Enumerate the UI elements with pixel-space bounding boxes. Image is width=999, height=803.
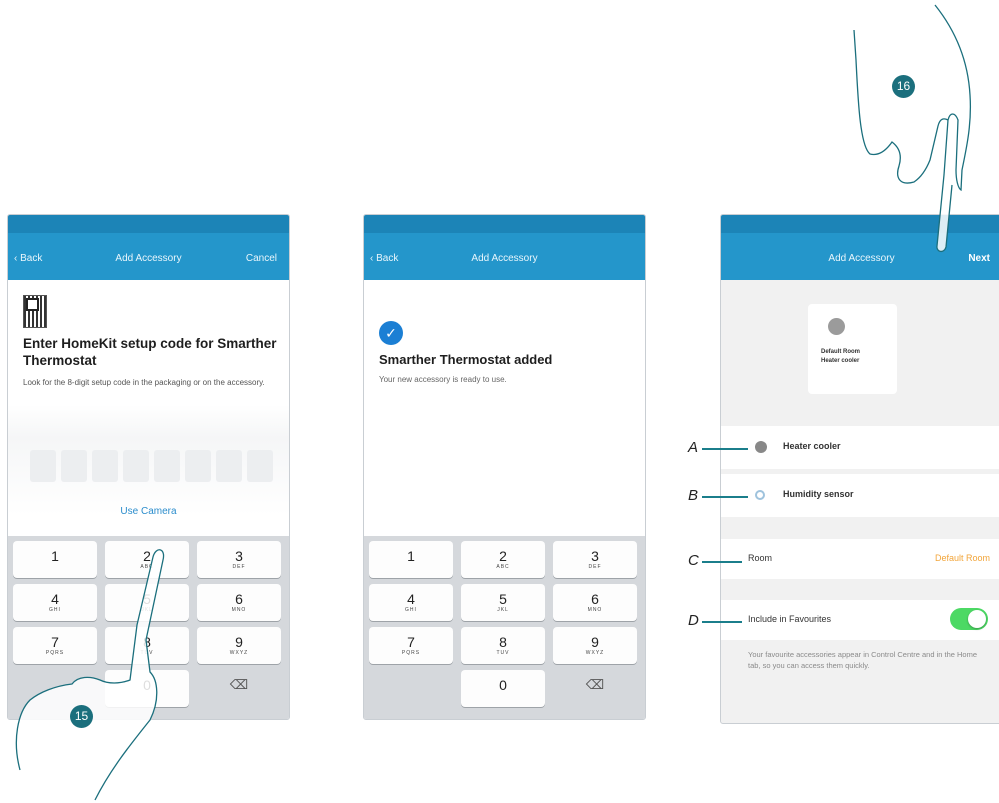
pointing-hand-top-icon xyxy=(853,4,972,253)
hand-illustrations xyxy=(15,4,972,801)
pointing-hand-bottom-icon xyxy=(15,549,165,801)
step-number-15: 15 xyxy=(70,705,93,728)
step-number-16: 16 xyxy=(892,75,915,98)
